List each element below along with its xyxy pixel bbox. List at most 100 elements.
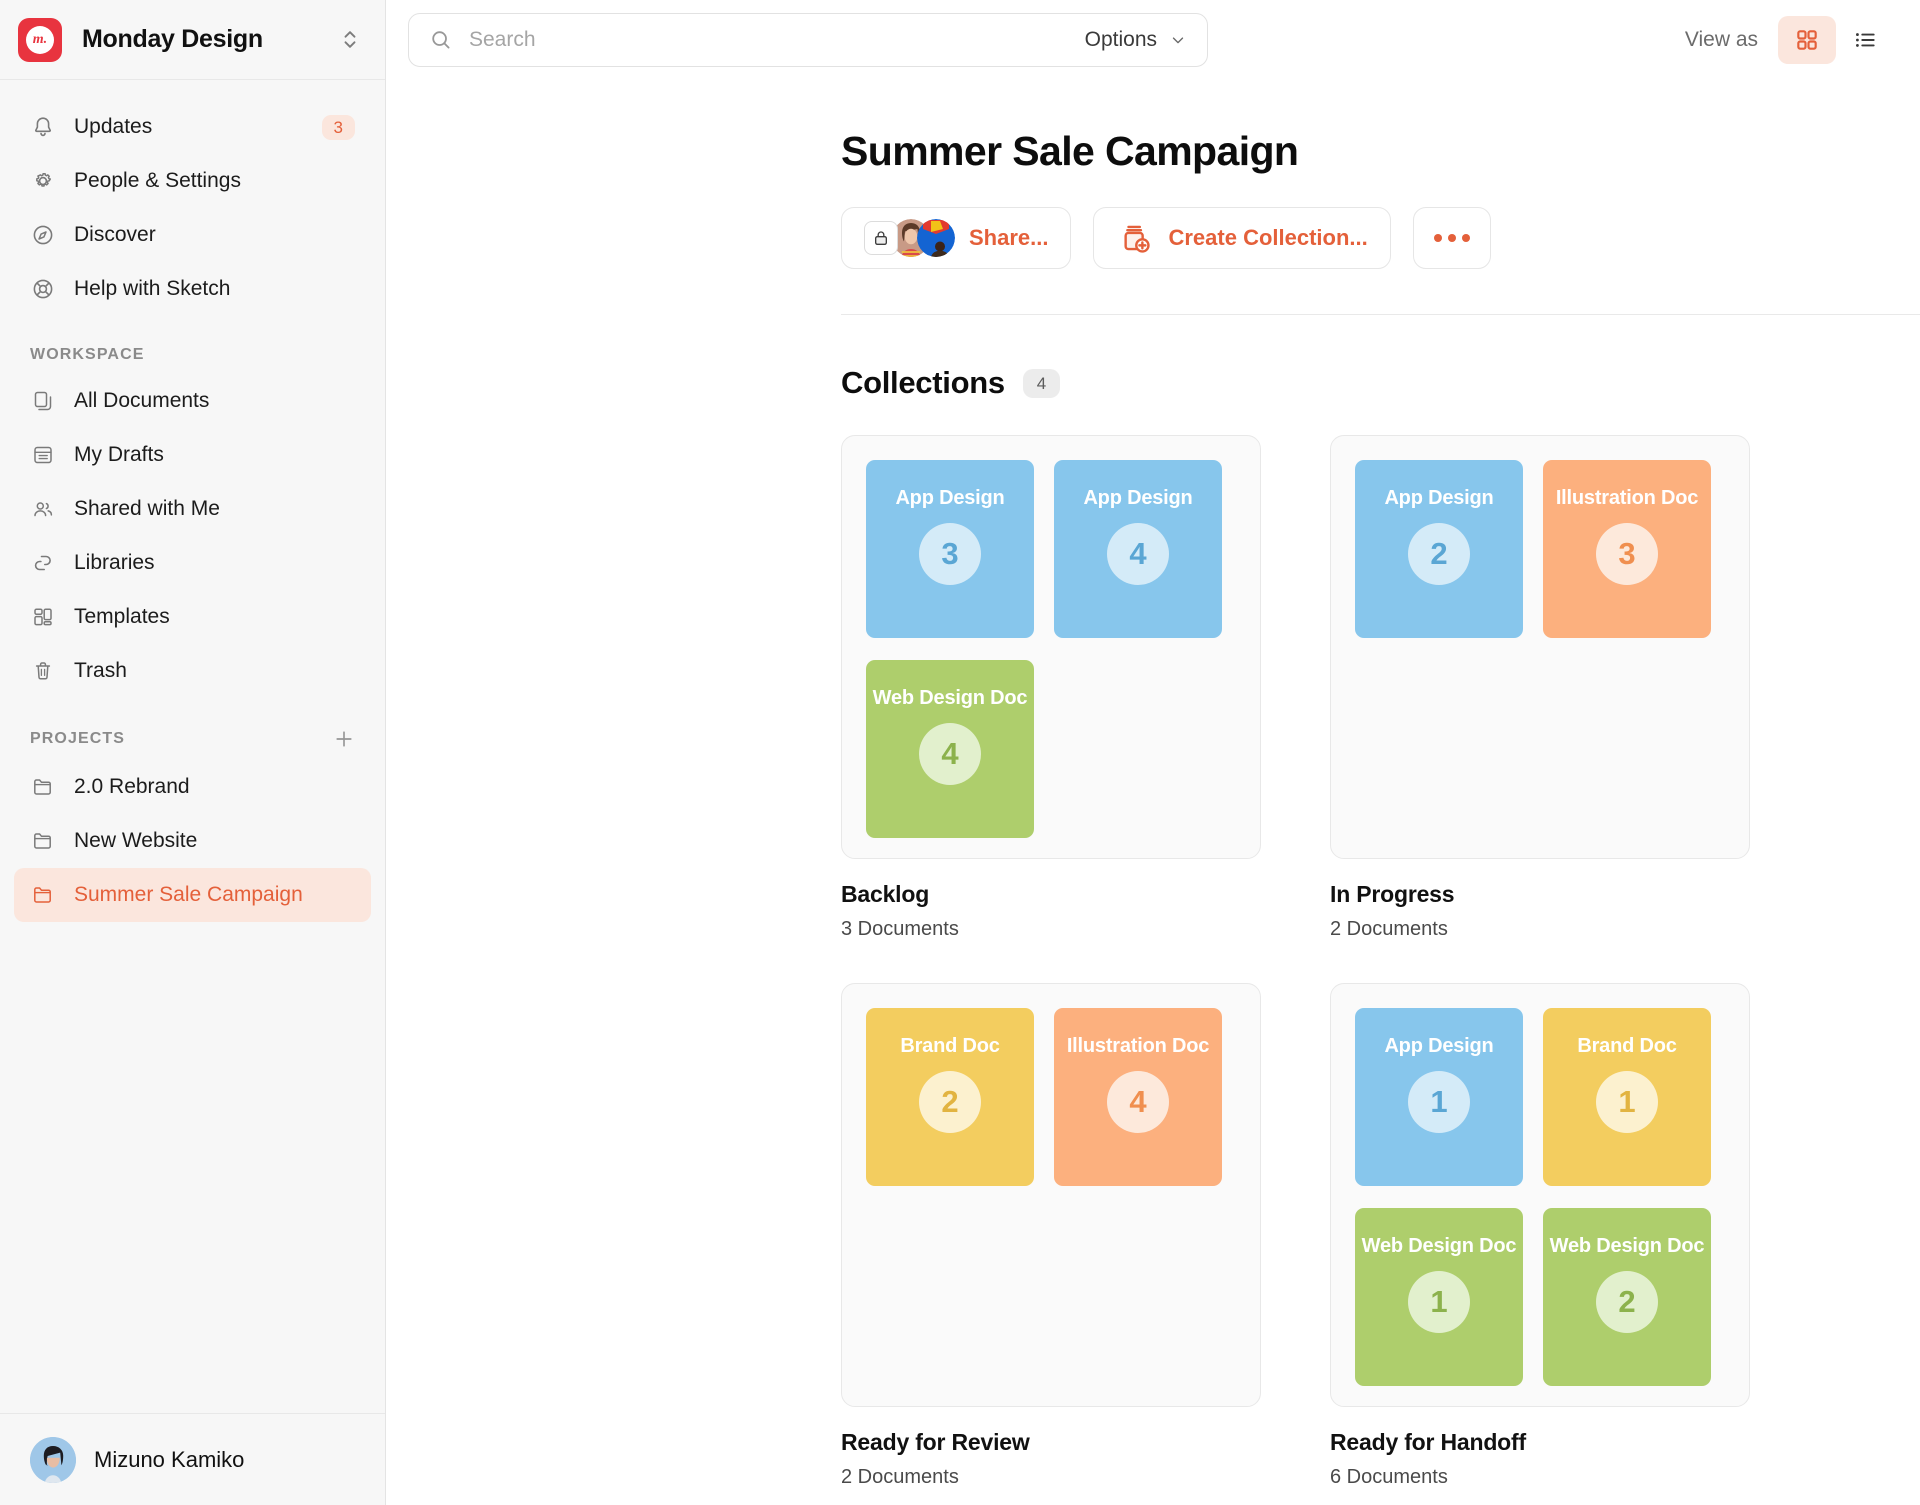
document-thumbnail[interactable]: Illustration Doc 3: [1543, 460, 1711, 638]
page-actions: Share... Create Collection...: [841, 207, 1920, 269]
document-name: Illustration Doc: [1550, 486, 1704, 510]
folder-open-icon: [30, 882, 56, 908]
sidebar-item-libraries[interactable]: Libraries: [14, 536, 371, 590]
document-thumbnail[interactable]: Web Design Doc 1: [1355, 1208, 1523, 1386]
sidebar-item-label: People & Settings: [74, 169, 355, 193]
collection-document-count: 6 Documents: [1330, 1466, 1819, 1489]
view-controls: View as: [1685, 16, 1894, 64]
document-name: Web Design Doc: [1544, 1234, 1711, 1258]
document-thumbnail[interactable]: Brand Doc 1: [1543, 1008, 1711, 1186]
document-thumbnail[interactable]: Web Design Doc 4: [866, 660, 1034, 838]
avatar: [30, 1437, 76, 1483]
view-as-label: View as: [1685, 28, 1758, 52]
projects-section-header: PROJECTS: [0, 728, 385, 750]
search-options-label: Options: [1085, 28, 1157, 52]
sidebar-item-all-documents[interactable]: All Documents: [14, 374, 371, 428]
document-thumbnail[interactable]: App Design 2: [1355, 460, 1523, 638]
search-options-button[interactable]: Options: [1085, 28, 1187, 52]
page-title: Summer Sale Campaign: [841, 128, 1920, 175]
document-thumbnail[interactable]: App Design 1: [1355, 1008, 1523, 1186]
document-thumbnail[interactable]: Illustration Doc 4: [1054, 1008, 1222, 1186]
sidebar-item-discover[interactable]: Discover: [14, 208, 371, 262]
documents-icon: [30, 388, 56, 414]
sidebar-item-people-settings[interactable]: People & Settings: [14, 154, 371, 208]
folder-icon: [30, 828, 56, 854]
document-number: 2: [1596, 1271, 1658, 1333]
lock-icon: [864, 221, 898, 255]
collections-grid: App Design 3 App Design 4 Web Design Doc…: [841, 435, 1920, 1505]
document-thumbnail[interactable]: Brand Doc 2: [866, 1008, 1034, 1186]
document-thumbnail[interactable]: App Design 4: [1054, 460, 1222, 638]
collection-card-ready-for-review[interactable]: Brand Doc 2 Illustration Doc 4: [841, 983, 1261, 1407]
sidebar-item-updates[interactable]: Updates 3: [14, 100, 371, 154]
share-label: Share...: [969, 225, 1048, 251]
workspace-logo: m.: [18, 18, 62, 62]
sidebar-item-2-0-rebrand[interactable]: 2.0 Rebrand: [14, 760, 371, 814]
updates-badge: 3: [322, 115, 355, 140]
sidebar-item-templates[interactable]: Templates: [14, 590, 371, 644]
app-root: m. Monday Design Updates 3 People & Sett…: [0, 0, 1920, 1505]
document-name: App Design: [1378, 486, 1499, 510]
main-area: Options View as: [386, 0, 1920, 1505]
templates-icon: [30, 604, 56, 630]
collection-card-backlog[interactable]: App Design 3 App Design 4 Web Design Doc…: [841, 435, 1261, 859]
document-name: Brand Doc: [894, 1034, 1005, 1058]
gear-icon: [30, 168, 56, 194]
sidebar-item-label: 2.0 Rebrand: [74, 775, 355, 799]
collection-cell: Brand Doc 2 Illustration Doc 4 Ready for…: [841, 983, 1330, 1489]
user-name: Mizuno Kamiko: [94, 1447, 244, 1473]
collection-name: Backlog: [841, 881, 1330, 908]
sidebar-item-label: Libraries: [74, 551, 355, 575]
user-profile[interactable]: Mizuno Kamiko: [0, 1413, 385, 1505]
document-name: Illustration Doc: [1061, 1034, 1215, 1058]
document-thumbnail[interactable]: App Design 3: [866, 460, 1034, 638]
more-options-button[interactable]: [1413, 207, 1491, 269]
document-number: 2: [1408, 523, 1470, 585]
list-view-button[interactable]: [1836, 16, 1894, 64]
collection-cell: App Design 2 Illustration Doc 3 In Progr…: [1330, 435, 1819, 941]
sidebar-item-summer-sale-campaign[interactable]: Summer Sale Campaign: [14, 868, 371, 922]
document-number: 4: [1107, 1071, 1169, 1133]
document-number: 3: [919, 523, 981, 585]
document-number: 1: [1408, 1071, 1470, 1133]
document-thumbnail[interactable]: Web Design Doc 2: [1543, 1208, 1711, 1386]
share-button[interactable]: Share...: [841, 207, 1071, 269]
sidebar-item-label: Shared with Me: [74, 497, 355, 521]
document-name: Web Design Doc: [867, 686, 1034, 710]
lifebuoy-icon: [30, 276, 56, 302]
collection-name: In Progress: [1330, 881, 1819, 908]
document-number: 2: [919, 1071, 981, 1133]
collection-card-in-progress[interactable]: App Design 2 Illustration Doc 3: [1330, 435, 1750, 859]
page-header: Summer Sale Campaign: [386, 80, 1920, 315]
sidebar-item-label: Help with Sketch: [74, 277, 355, 301]
sidebar-item-label: New Website: [74, 829, 355, 853]
avatar: [917, 219, 955, 257]
document-name: App Design: [889, 486, 1010, 510]
sidebar-item-label: My Drafts: [74, 443, 355, 467]
create-collection-button[interactable]: Create Collection...: [1093, 207, 1390, 269]
collections-title: Collections: [841, 365, 1005, 401]
search-bar[interactable]: Options: [408, 13, 1208, 67]
collection-card-ready-for-handoff[interactable]: App Design 1 Brand Doc 1 Web Design Doc …: [1330, 983, 1750, 1407]
search-input[interactable]: [469, 28, 1085, 52]
chevron-up-down-icon: [341, 26, 359, 53]
document-number: 3: [1596, 523, 1658, 585]
sidebar-item-new-website[interactable]: New Website: [14, 814, 371, 868]
plus-icon[interactable]: [333, 728, 355, 750]
sidebar-item-trash[interactable]: Trash: [14, 644, 371, 698]
sidebar-item-my-drafts[interactable]: My Drafts: [14, 428, 371, 482]
collection-name: Ready for Handoff: [1330, 1429, 1819, 1456]
workspace-switcher[interactable]: m. Monday Design: [0, 0, 385, 80]
create-collection-label: Create Collection...: [1168, 225, 1367, 251]
sidebar-item-help-with-sketch[interactable]: Help with Sketch: [14, 262, 371, 316]
projects-section-label: PROJECTS: [30, 730, 333, 748]
sidebar-item-shared-with-me[interactable]: Shared with Me: [14, 482, 371, 536]
grid-view-button[interactable]: [1778, 16, 1836, 64]
sidebar-item-label: Templates: [74, 605, 355, 629]
document-number: 1: [1408, 1271, 1470, 1333]
document-name: Brand Doc: [1571, 1034, 1682, 1058]
workspace-section-header: WORKSPACE: [0, 346, 385, 364]
grid-view-icon: [1794, 27, 1820, 53]
sidebar-item-label: Summer Sale Campaign: [74, 883, 355, 907]
sidebar-item-label: Trash: [74, 659, 355, 683]
